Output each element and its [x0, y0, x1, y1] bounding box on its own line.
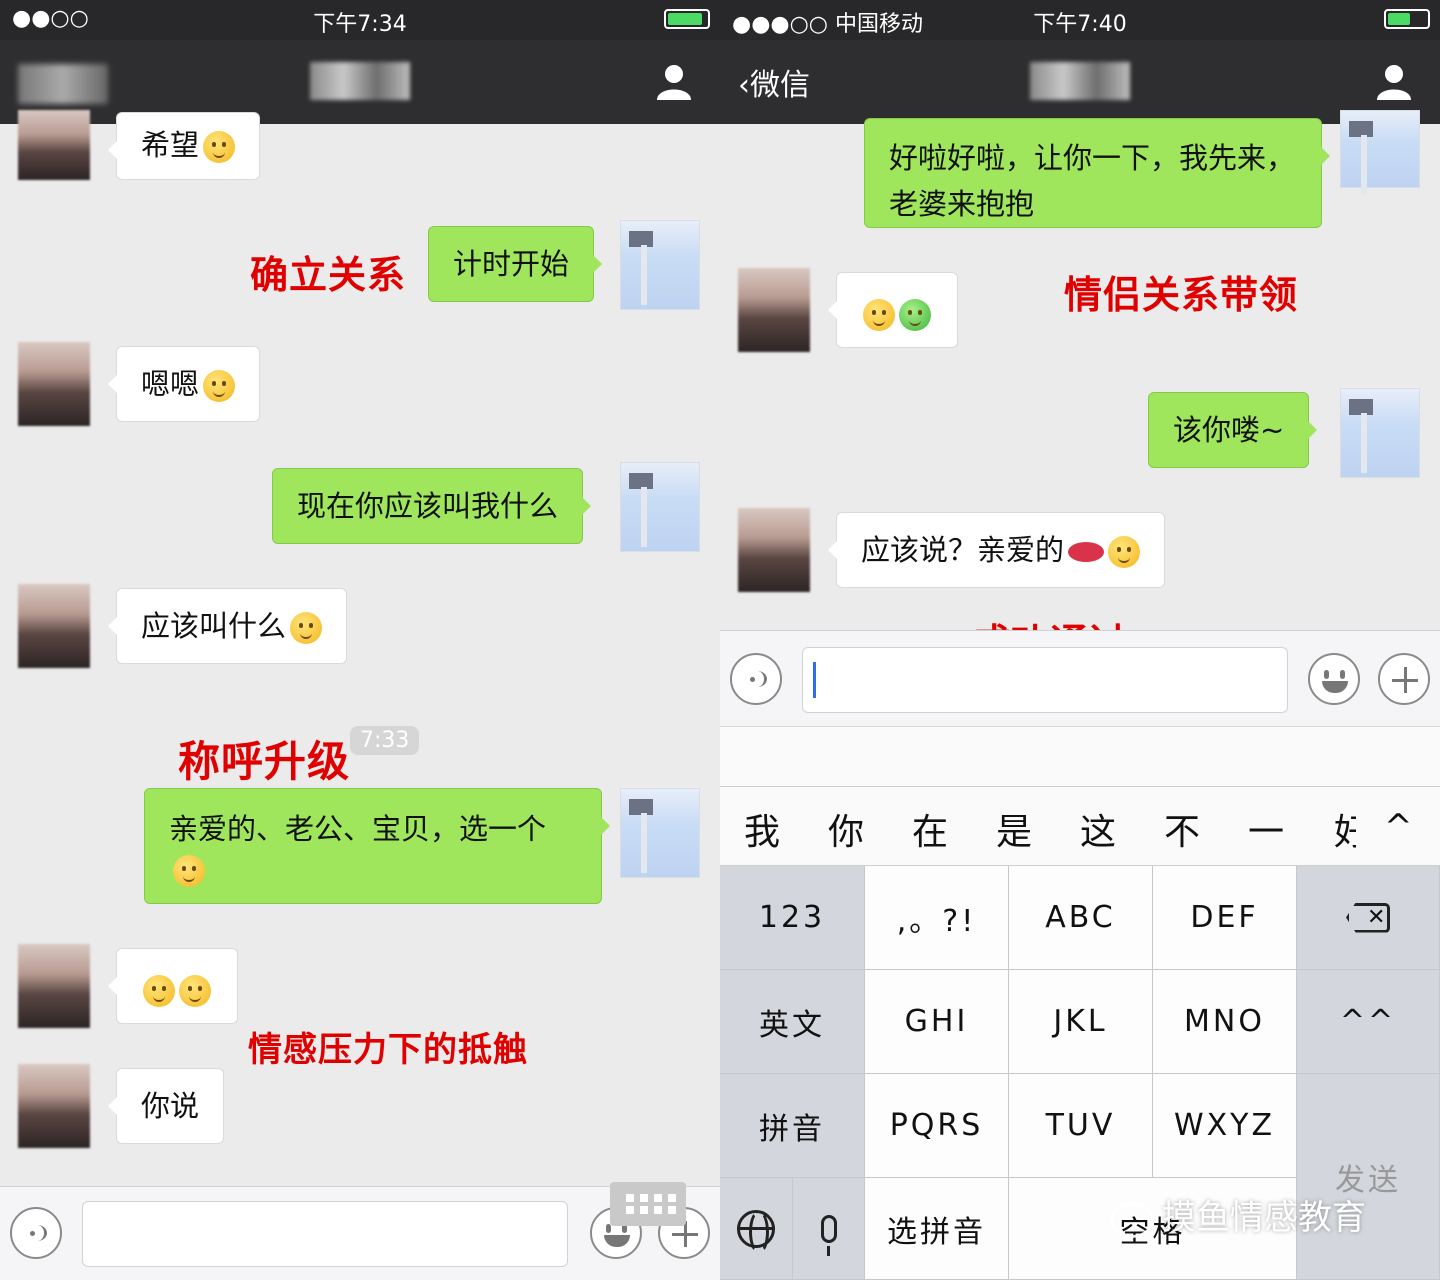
- message-bubble[interactable]: 希望: [107, 112, 261, 180]
- chevron-left-icon: ‹: [738, 68, 750, 103]
- wink-emoji-icon: [203, 131, 236, 163]
- message-bubble[interactable]: 计时开始: [428, 226, 603, 302]
- battery-icon: [1378, 6, 1430, 31]
- avatar[interactable]: [738, 268, 810, 352]
- key-123[interactable]: 123: [720, 866, 865, 970]
- delete-key[interactable]: ✕: [1297, 866, 1440, 970]
- emoji-icon[interactable]: [1308, 653, 1360, 705]
- candidate-word[interactable]: 一: [1248, 803, 1284, 855]
- chevron-up-icon[interactable]: ^: [1384, 807, 1413, 847]
- status-time: 下午7:40: [1033, 12, 1127, 37]
- message-bubble[interactable]: 应该说？亲爱的: [827, 512, 1166, 588]
- voice-icon[interactable]: [10, 1207, 62, 1259]
- key-wxyz[interactable]: WXYZ: [1153, 1074, 1297, 1178]
- annotation-label: 称呼升级: [178, 737, 351, 786]
- heart-eyes-emoji-icon: [173, 855, 205, 887]
- key-punctuation[interactable]: ,。?!: [865, 866, 1009, 970]
- text-caret: [813, 662, 816, 698]
- message-bubble[interactable]: 现在你应该叫我什么: [272, 468, 592, 544]
- avatar[interactable]: [18, 944, 90, 1028]
- key-ghi[interactable]: GHI: [865, 970, 1009, 1074]
- avatar[interactable]: [18, 1064, 90, 1148]
- keyboard-preedit-area: [720, 726, 1440, 786]
- shocked-emoji-icon: [863, 299, 895, 331]
- smile-emoji-icon: [203, 370, 236, 402]
- candidate-word[interactable]: 是: [996, 803, 1032, 855]
- laugh-emoji-icon: [1108, 536, 1141, 568]
- chat-title-blurred: [310, 62, 410, 100]
- annotation-label: 情侣关系带领: [1064, 273, 1299, 317]
- avatar[interactable]: [18, 584, 90, 668]
- key-select-pinyin[interactable]: 选拼音: [865, 1178, 1009, 1280]
- key-emoticon[interactable]: ^^: [1297, 970, 1440, 1074]
- person-icon[interactable]: [1374, 62, 1414, 102]
- annotation-label: 确立关系: [250, 253, 407, 297]
- globe-icon: [737, 1209, 775, 1254]
- timestamp: 7:33: [350, 726, 420, 755]
- avatar[interactable]: [620, 462, 700, 552]
- input-bar: [720, 630, 1440, 726]
- status-bar: ●●●○○ 中国移动 下午7:40: [720, 0, 1440, 40]
- avatar[interactable]: [738, 508, 810, 592]
- annotation-label: 情感压力下的抵触: [248, 1030, 528, 1070]
- right-chat-screen: ●●●○○ 中国移动 下午7:40 ‹微信 好啦好啦，让你一下，我先来，老婆来抱…: [720, 0, 1440, 1280]
- avatar[interactable]: [620, 220, 700, 310]
- globe-key[interactable]: [720, 1178, 793, 1280]
- status-bar: ●●○○ 下午7:34: [0, 0, 720, 40]
- mic-key[interactable]: [793, 1178, 865, 1280]
- keyboard-icon[interactable]: [610, 1182, 686, 1226]
- message-bubble[interactable]: 应该叫什么: [107, 588, 348, 664]
- candidate-bar: 我 你 在 是 这 不 一 好 ^: [720, 786, 1440, 866]
- back-button[interactable]: ‹微信: [738, 60, 810, 104]
- key-abc[interactable]: ABC: [1009, 866, 1153, 970]
- shocked-emoji-icon: [143, 975, 175, 1007]
- battery-icon: [658, 6, 710, 31]
- message-bubble[interactable]: 你说: [107, 1068, 225, 1144]
- avatar[interactable]: [1340, 388, 1420, 478]
- send-key[interactable]: 发送: [1297, 1074, 1440, 1280]
- back-button-blurred[interactable]: [18, 64, 108, 104]
- key-english[interactable]: 英文: [720, 970, 865, 1074]
- person-icon[interactable]: [654, 62, 694, 102]
- message-bubble[interactable]: [108, 948, 238, 1024]
- voice-icon[interactable]: [730, 653, 782, 705]
- message-bubble[interactable]: 嗯嗯: [107, 346, 261, 422]
- message-input[interactable]: [82, 1201, 568, 1267]
- key-mno[interactable]: MNO: [1153, 970, 1297, 1074]
- wechat-icon: [1110, 1201, 1154, 1238]
- candidate-word[interactable]: 我: [744, 803, 780, 855]
- avatar[interactable]: [18, 342, 90, 426]
- key-pinyin[interactable]: 拼音: [720, 1074, 865, 1178]
- left-chat-screen: ●●○○ 下午7:34 希望 确立关系 计时开始 嗯嗯 现在你应该叫我什么 应该…: [0, 0, 720, 1280]
- message-bubble[interactable]: 该你喽~: [1148, 392, 1318, 468]
- green-figure-emoji-icon: [899, 299, 931, 331]
- message-bubble[interactable]: [828, 272, 958, 348]
- candidate-word[interactable]: 好: [1334, 803, 1356, 855]
- candidate-word[interactable]: 你: [828, 803, 864, 855]
- nav-bar: ‹微信: [720, 40, 1440, 124]
- microphone-icon: [820, 1214, 837, 1256]
- backspace-icon: ✕: [1346, 902, 1390, 933]
- avatar[interactable]: [18, 110, 90, 180]
- shocked-emoji-icon: [179, 975, 211, 1007]
- message-input[interactable]: [802, 647, 1288, 713]
- status-time: 下午7:34: [313, 12, 407, 37]
- plus-icon[interactable]: [1378, 653, 1430, 705]
- message-bubble[interactable]: 亲爱的、老公、宝贝，选一个: [144, 788, 610, 904]
- candidate-word[interactable]: 不: [1164, 803, 1200, 855]
- key-tuv[interactable]: TUV: [1009, 1074, 1153, 1178]
- candidate-word[interactable]: 在: [912, 803, 948, 855]
- kiss-emoji-icon: [290, 612, 323, 644]
- key-pqrs[interactable]: PQRS: [865, 1074, 1009, 1178]
- candidate-word[interactable]: 这: [1080, 803, 1116, 855]
- nav-bar: [0, 40, 720, 124]
- lips-emoji-icon: [1068, 542, 1105, 562]
- watermark: 摸鱼情感教育: [1110, 1190, 1366, 1239]
- key-def[interactable]: DEF: [1153, 866, 1297, 970]
- key-jkl[interactable]: JKL: [1009, 970, 1153, 1074]
- chat-title-blurred: [1030, 62, 1130, 100]
- avatar[interactable]: [620, 788, 700, 878]
- avatar[interactable]: [1340, 110, 1420, 195]
- message-bubble[interactable]: 好啦好啦，让你一下，我先来，老婆来抱抱: [864, 118, 1330, 228]
